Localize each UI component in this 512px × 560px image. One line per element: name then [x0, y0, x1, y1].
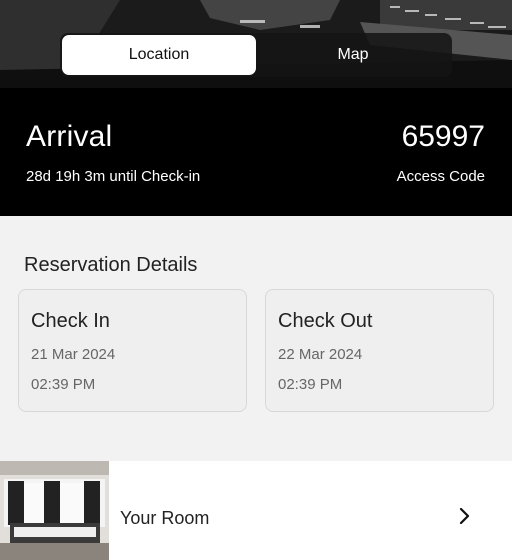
checkin-countdown: 28d 19h 3m until Check-in — [26, 168, 201, 185]
hero-image: Location Map — [0, 0, 512, 88]
check-out-date: 22 Mar 2024 — [278, 346, 363, 363]
access-code-value: 65997 — [401, 120, 485, 153]
check-out-card: Check Out 22 Mar 2024 02:39 PM — [265, 289, 494, 412]
check-in-label: Check In — [31, 310, 110, 332]
your-room-row[interactable]: Your Room — [0, 461, 512, 560]
room-thumbnail — [0, 461, 109, 560]
check-in-card: Check In 21 Mar 2024 02:39 PM — [18, 289, 247, 412]
access-code-label: Access Code — [396, 168, 485, 185]
reservation-details-heading: Reservation Details — [24, 254, 198, 276]
tab-map[interactable]: Map — [256, 35, 450, 75]
check-in-time: 02:39 PM — [31, 376, 96, 393]
tab-location[interactable]: Location — [62, 35, 256, 75]
check-out-label: Check Out — [278, 310, 373, 332]
view-segmented-control: Location Map — [60, 33, 452, 77]
room-photo — [0, 461, 109, 560]
your-room-label: Your Room — [120, 508, 210, 528]
check-in-date: 21 Mar 2024 — [31, 346, 116, 363]
arrival-banner: Arrival 28d 19h 3m until Check-in 65997 … — [0, 88, 512, 216]
chevron-right-icon — [459, 508, 470, 524]
check-out-time: 02:39 PM — [278, 376, 343, 393]
arrival-title: Arrival — [26, 120, 113, 153]
